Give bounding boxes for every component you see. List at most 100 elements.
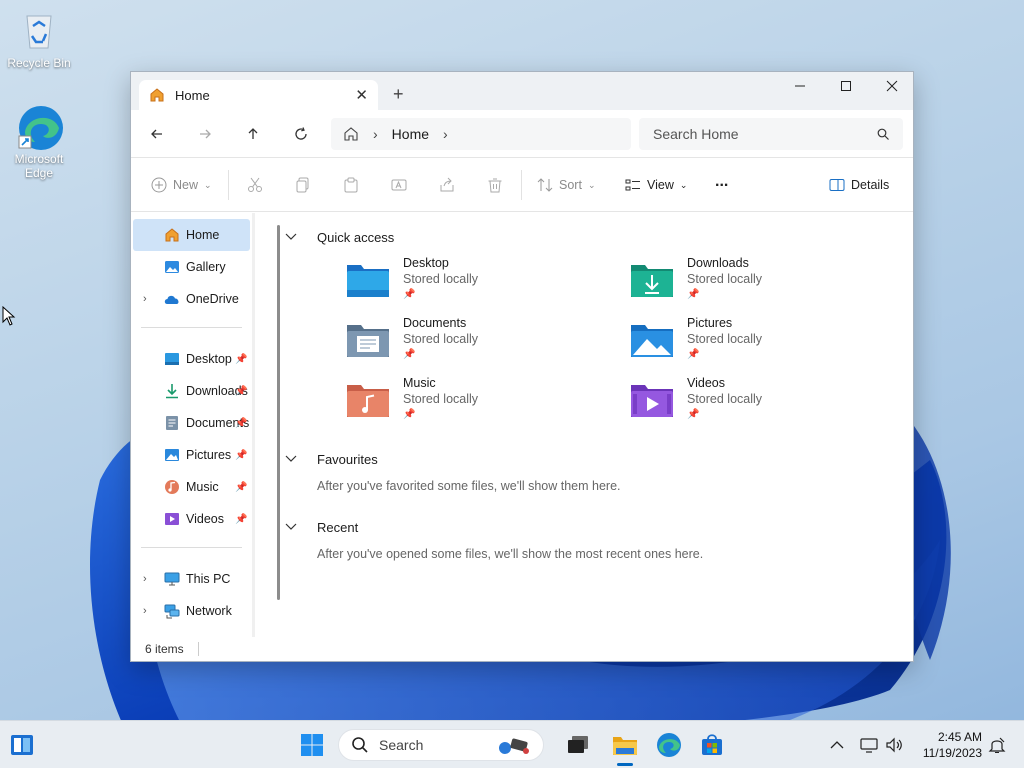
new-tab-button[interactable]: + <box>393 84 404 105</box>
quick-access-item-documents[interactable]: Documents Stored locally 📌 <box>345 316 629 365</box>
quick-access-item-music[interactable]: Music Stored locally 📌 <box>345 376 629 425</box>
network-tray-button[interactable] <box>860 721 878 768</box>
breadcrumb-home[interactable]: Home <box>392 126 429 142</box>
sidebar-item-home[interactable]: Home <box>133 219 250 251</box>
sort-button[interactable]: Sort ⌄ <box>537 173 595 197</box>
sidebar-item-pictures[interactable]: Pictures 📌 <box>131 439 252 471</box>
pin-icon[interactable]: 📌 <box>235 450 247 461</box>
download-icon <box>166 384 178 399</box>
show-hidden-icons-button[interactable] <box>830 721 844 768</box>
chevron-right-icon[interactable]: › <box>143 573 147 585</box>
task-view-button[interactable] <box>562 729 594 761</box>
quick-access-item-videos[interactable]: Videos Stored locally 📌 <box>629 376 913 425</box>
address-bar[interactable]: › Home › <box>331 118 631 150</box>
sidebar-item-label: OneDrive <box>186 292 239 306</box>
chevron-down-icon[interactable] <box>285 452 305 466</box>
chevron-right-icon[interactable]: › <box>143 605 147 617</box>
back-button[interactable] <box>143 122 171 146</box>
view-button[interactable]: View ⌄ <box>625 173 687 197</box>
taskbar-clock[interactable]: 2:45 AM 11/19/2023 <box>914 729 982 761</box>
videos-folder-icon <box>631 385 673 417</box>
sidebar-item-label: This PC <box>186 572 231 586</box>
quick-access-item-desktop[interactable]: Desktop Stored locally 📌 <box>345 256 629 305</box>
paste-button[interactable] <box>343 173 359 197</box>
edge-desktop-icon[interactable]: Microsoft Edge <box>1 104 77 180</box>
share-button[interactable] <box>439 173 455 197</box>
sidebar-item-this-pc[interactable]: › This PC <box>131 563 252 595</box>
sidebar-item-documents[interactable]: Documents 📌 <box>131 407 252 439</box>
close-tab-icon[interactable]: ✕ <box>355 86 368 104</box>
chevron-down-icon[interactable] <box>285 520 305 534</box>
documents-icon <box>166 416 178 430</box>
pin-icon[interactable]: 📌 <box>235 354 247 365</box>
close-icon <box>886 80 898 92</box>
details-pane-icon <box>829 179 845 191</box>
quick-access-item-downloads[interactable]: Downloads Stored locally 📌 <box>629 256 913 305</box>
pin-icon: 📌 <box>687 289 700 300</box>
music-folder-icon <box>347 385 389 417</box>
sidebar-divider <box>141 547 242 548</box>
quick-access-header[interactable]: Quick access <box>285 227 913 247</box>
recent-header[interactable]: Recent <box>285 517 913 537</box>
chevron-right-icon[interactable]: › <box>443 126 448 142</box>
up-button[interactable] <box>239 122 267 146</box>
sidebar-item-videos[interactable]: Videos 📌 <box>131 503 252 535</box>
sidebar-item-music[interactable]: Music 📌 <box>131 471 252 503</box>
delete-button[interactable] <box>487 173 503 197</box>
sort-icon <box>537 178 553 192</box>
sidebar-item-label: Pictures <box>186 448 232 462</box>
copy-button[interactable] <box>295 173 311 197</box>
volume-tray-button[interactable] <box>885 721 903 768</box>
pin-icon[interactable]: 📌 <box>235 482 247 493</box>
item-count: 6 items <box>145 642 184 656</box>
sidebar-item-downloads[interactable]: Downloads 📌 <box>131 375 252 407</box>
item-status: Stored locally <box>687 272 763 286</box>
cut-button[interactable] <box>247 173 263 197</box>
refresh-button[interactable] <box>287 122 315 146</box>
forward-button[interactable] <box>191 122 219 146</box>
sidebar-item-label: Desktop <box>186 352 232 366</box>
toolbar-divider <box>228 170 229 200</box>
search-highlight-icon <box>499 738 529 754</box>
taskbar-search-placeholder: Search <box>379 737 424 753</box>
notification-bell-icon <box>988 737 1006 753</box>
pin-icon[interactable]: 📌 <box>235 418 247 429</box>
mouse-cursor-icon <box>2 306 16 326</box>
maximize-button[interactable] <box>823 72 869 100</box>
sidebar-item-gallery[interactable]: Gallery <box>131 251 252 283</box>
taskbar-search-input[interactable]: Search <box>338 729 544 761</box>
search-input[interactable]: Search Home <box>639 118 903 150</box>
pictures-folder-icon <box>631 325 673 357</box>
volume-icon <box>886 737 902 753</box>
rename-button[interactable] <box>391 173 407 197</box>
favourites-header[interactable]: Favourites <box>285 449 913 469</box>
navigation-pane: Home Gallery › OneDrive Desktop 📌 Downlo… <box>131 213 280 637</box>
see-more-button[interactable]: ... <box>715 170 728 194</box>
sidebar-item-onedrive[interactable]: › OneDrive <box>131 283 252 315</box>
recycle-bin-desktop-icon[interactable]: Recycle Bin <box>1 8 77 70</box>
chevron-down-icon[interactable] <box>285 230 305 244</box>
desktop-folder-icon <box>165 353 179 365</box>
new-button[interactable]: New ⌄ <box>151 173 212 197</box>
sidebar-item-network[interactable]: › Network <box>131 595 252 627</box>
clock-date: 11/19/2023 <box>922 746 982 760</box>
close-button[interactable] <box>869 72 915 100</box>
trash-icon <box>488 178 502 193</box>
chevron-right-icon[interactable]: › <box>143 293 147 305</box>
tab-home[interactable]: Home ✕ <box>139 80 378 110</box>
widgets-button[interactable] <box>6 729 38 761</box>
file-explorer-taskbar-button[interactable] <box>609 729 641 761</box>
edge-icon <box>17 104 63 150</box>
notifications-button[interactable] <box>988 721 1006 768</box>
edge-taskbar-button[interactable] <box>653 729 685 761</box>
sidebar-item-desktop[interactable]: Desktop 📌 <box>131 343 252 375</box>
pin-icon[interactable]: 📌 <box>235 386 247 397</box>
store-taskbar-button[interactable] <box>696 729 728 761</box>
details-button[interactable]: Details <box>829 173 889 197</box>
start-button[interactable] <box>296 729 328 761</box>
minimize-button[interactable] <box>777 72 823 100</box>
file-explorer-icon <box>613 737 637 755</box>
pin-icon[interactable]: 📌 <box>235 514 247 525</box>
sidebar-divider <box>141 327 242 328</box>
quick-access-item-pictures[interactable]: Pictures Stored locally 📌 <box>629 316 913 365</box>
